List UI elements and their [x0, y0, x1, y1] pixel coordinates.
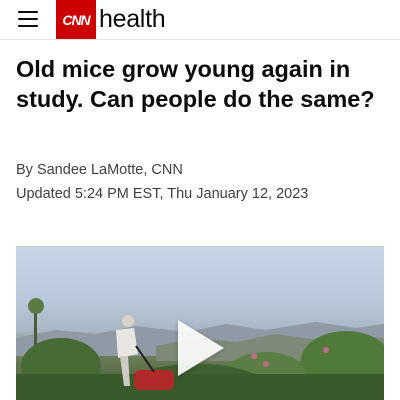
- cnn-logo: CNN: [56, 0, 96, 39]
- article-byline: By Sandee LaMotte, CNN: [16, 162, 183, 178]
- site-header: CNN health: [0, 0, 400, 40]
- section-name: health: [99, 5, 166, 33]
- hamburger-menu-icon[interactable]: [18, 11, 38, 27]
- play-icon[interactable]: [178, 320, 224, 376]
- cnn-health-logo[interactable]: CNN health: [56, 0, 166, 39]
- video-player[interactable]: [16, 246, 384, 400]
- article-headline: Old mice grow young again in study. Can …: [16, 56, 375, 112]
- article-timestamp: Updated 5:24 PM EST, Thu January 12, 202…: [16, 186, 309, 202]
